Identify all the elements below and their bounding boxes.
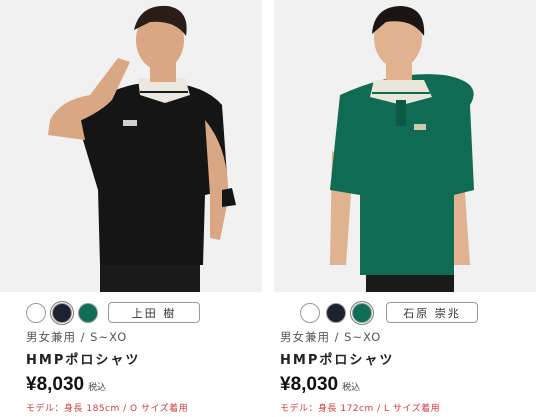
color-swatch-white[interactable]	[300, 303, 320, 323]
model-info: モデル：身長 185cm / O サイズ着用	[26, 404, 189, 414]
color-swatches	[26, 303, 98, 323]
model-name-tag: 石原 崇兆	[386, 302, 478, 323]
product-card-black[interactable]: 上田 樹 男女兼用 / S~XO HMPポロシャツ ¥8,030 税込 モデル：…	[0, 0, 262, 417]
price-amount: ¥8,030	[26, 374, 85, 395]
price-amount: ¥8,030	[280, 374, 339, 395]
product-category: 男女兼用 / S~XO	[280, 330, 382, 344]
product-category: 男女兼用 / S~XO	[26, 330, 128, 344]
product-photo[interactable]	[0, 0, 262, 292]
color-swatch-navy[interactable]	[326, 303, 346, 323]
product-title[interactable]: HMPポロシャツ	[26, 349, 140, 368]
model-info: モデル：身長 172cm / L サイズ着用	[280, 404, 441, 414]
model-name-tag: 上田 樹	[108, 302, 200, 323]
product-price: ¥8,030 税込	[26, 374, 106, 396]
product-card-green[interactable]: 石原 崇兆 男女兼用 / S~XO HMPポロシャツ ¥8,030 税込 モデル…	[274, 0, 536, 417]
color-swatch-green[interactable]	[352, 303, 372, 323]
tax-label: 税込	[342, 382, 361, 392]
product-photo[interactable]	[274, 0, 536, 292]
product-title[interactable]: HMPポロシャツ	[280, 349, 394, 368]
color-swatches	[300, 303, 372, 323]
color-swatch-white[interactable]	[26, 303, 46, 323]
color-swatch-green[interactable]	[78, 303, 98, 323]
color-swatch-navy[interactable]	[52, 303, 72, 323]
tax-label: 税込	[88, 382, 107, 392]
product-price: ¥8,030 税込	[280, 374, 360, 396]
